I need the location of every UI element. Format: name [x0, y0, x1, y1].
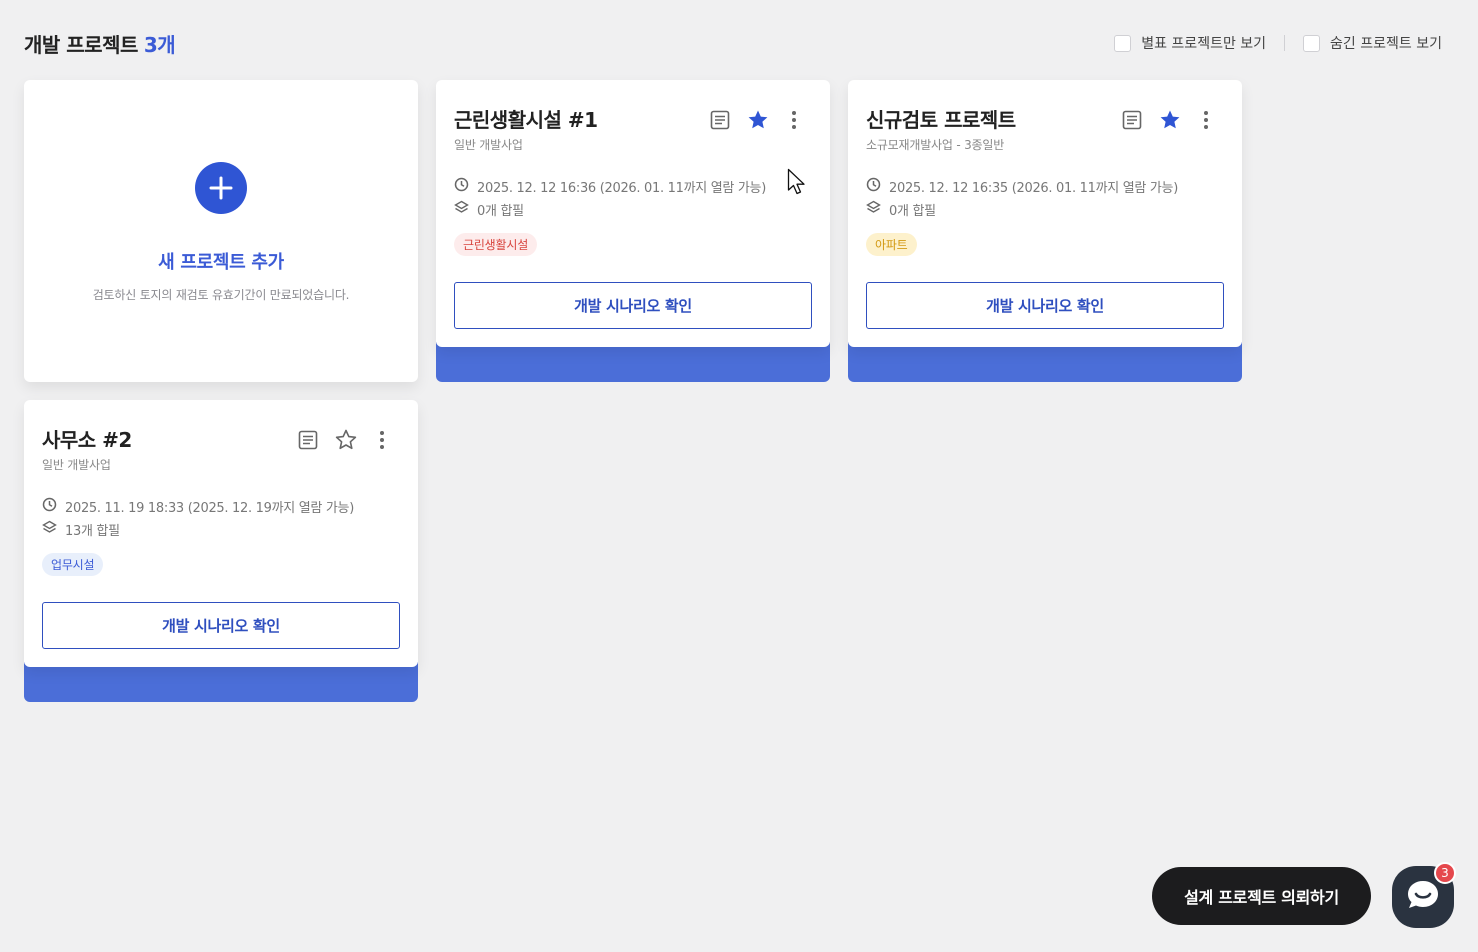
project-count: 3개 — [143, 32, 176, 57]
starred-checkbox[interactable] — [1114, 34, 1132, 52]
more-vertical-icon[interactable] — [372, 428, 392, 452]
filter-starred-label: 별표 프로젝트만 보기 — [1141, 36, 1267, 52]
project-datetime: 2025. 11. 19 18:33 (2025. 12. 19까지 열람 가능… — [65, 501, 354, 516]
card-underlay — [436, 342, 830, 382]
new-project-subtitle: 검토하신 토지의 재검토 유효기간이 만료되었습니다. — [92, 287, 350, 302]
filter-hidden-label: 숨긴 프로젝트 보기 — [1330, 36, 1442, 52]
project-title[interactable]: 근린생활시설 #1 — [454, 104, 598, 133]
layers-icon — [454, 200, 469, 219]
star-outline-icon[interactable] — [334, 428, 358, 452]
project-datetime-row: 2025. 12. 12 16:36 (2026. 01. 11까지 열람 가능… — [454, 175, 812, 198]
project-datetime-row: 2025. 12. 12 16:35 (2026. 01. 11까지 열람 가능… — [866, 175, 1224, 198]
project-card[interactable]: 근린생활시설 #1 일반 개발사업 2025. 12. 12 16:36 (20… — [436, 80, 830, 347]
view-scenario-button[interactable]: 개발 시나리오 확인 — [866, 282, 1224, 329]
new-project-card[interactable]: 새 프로젝트 추가 검토하신 토지의 재검토 유효기간이 만료되었습니다. — [24, 80, 418, 382]
project-card[interactable]: 신규검토 프로젝트 소규모재개발사업 - 3종일반 2025. 12. 12 1… — [848, 80, 1242, 347]
chat-badge: 3 — [1434, 862, 1456, 884]
mouse-cursor-icon — [787, 168, 807, 200]
more-vertical-icon[interactable] — [784, 108, 804, 132]
layers-icon — [42, 520, 57, 539]
project-card-wrap: 신규검토 프로젝트 소규모재개발사업 - 3종일반 2025. 12. 12 1… — [848, 80, 1242, 382]
filter-group: 별표 프로젝트만 보기 숨긴 프로젝트 보기 — [1114, 33, 1442, 53]
project-type: 일반 개발사업 — [454, 138, 523, 152]
hidden-checkbox[interactable] — [1303, 34, 1321, 52]
project-tag: 업무시설 — [42, 553, 104, 576]
page-header: 개발 프로젝트 3개 별표 프로젝트만 보기 숨긴 프로젝트 보기 — [24, 28, 1442, 58]
card-underlay — [24, 662, 418, 702]
project-merge-row: 0개 합필 — [866, 198, 1224, 221]
project-card-wrap: 근린생활시설 #1 일반 개발사업 2025. 12. 12 16:36 (20… — [436, 80, 830, 382]
project-datetime-row: 2025. 11. 19 18:33 (2025. 12. 19까지 열람 가능… — [42, 495, 400, 518]
chat-icon — [1406, 879, 1440, 915]
view-scenario-button[interactable]: 개발 시나리오 확인 — [42, 602, 400, 649]
filter-divider — [1284, 35, 1286, 51]
card-underlay — [848, 342, 1242, 382]
project-merge-row: 0개 합필 — [454, 198, 812, 221]
clock-icon — [866, 177, 881, 196]
clock-icon — [454, 177, 469, 196]
chat-button[interactable]: 3 — [1392, 862, 1456, 928]
project-merge-row: 13개 합필 — [42, 518, 400, 541]
request-design-button[interactable]: 설계 프로젝트 의뢰하기 — [1152, 867, 1371, 925]
star-filled-icon[interactable] — [1158, 108, 1182, 132]
document-icon[interactable] — [708, 108, 732, 132]
project-merge: 0개 합필 — [477, 204, 524, 219]
project-datetime: 2025. 12. 12 16:36 (2026. 01. 11까지 열람 가능… — [477, 181, 766, 196]
layers-icon — [866, 200, 881, 219]
project-datetime: 2025. 12. 12 16:35 (2026. 01. 11까지 열람 가능… — [889, 181, 1178, 196]
plus-icon[interactable] — [195, 161, 247, 214]
view-scenario-button[interactable]: 개발 시나리오 확인 — [454, 282, 812, 329]
project-tag: 아파트 — [866, 233, 917, 256]
page-title: 개발 프로젝트 3개 — [24, 29, 176, 58]
new-project-title[interactable]: 새 프로젝트 추가 — [158, 248, 284, 274]
project-card-wrap: 사무소 #2 일반 개발사업 2025. 11. 19 18:33 (2025.… — [24, 400, 418, 702]
project-title[interactable]: 신규검토 프로젝트 — [866, 104, 1016, 133]
document-icon[interactable] — [1120, 108, 1144, 132]
new-project-card-wrap: 새 프로젝트 추가 검토하신 토지의 재검토 유효기간이 만료되었습니다. — [24, 80, 418, 382]
star-filled-icon[interactable] — [746, 108, 770, 132]
project-type: 일반 개발사업 — [42, 458, 111, 472]
project-merge: 0개 합필 — [889, 204, 936, 219]
filter-starred[interactable]: 별표 프로젝트만 보기 — [1114, 33, 1266, 53]
project-type: 소규모재개발사업 - 3종일반 — [866, 138, 1005, 152]
project-merge: 13개 합필 — [65, 524, 120, 539]
document-icon[interactable] — [296, 428, 320, 452]
project-card[interactable]: 사무소 #2 일반 개발사업 2025. 11. 19 18:33 (2025.… — [24, 400, 418, 667]
clock-icon — [42, 497, 57, 516]
project-title[interactable]: 사무소 #2 — [42, 424, 132, 453]
page-title-text: 개발 프로젝트 — [24, 32, 138, 57]
project-tag: 근린생활시설 — [454, 233, 538, 256]
more-vertical-icon[interactable] — [1196, 108, 1216, 132]
filter-hidden[interactable]: 숨긴 프로젝트 보기 — [1303, 33, 1442, 53]
